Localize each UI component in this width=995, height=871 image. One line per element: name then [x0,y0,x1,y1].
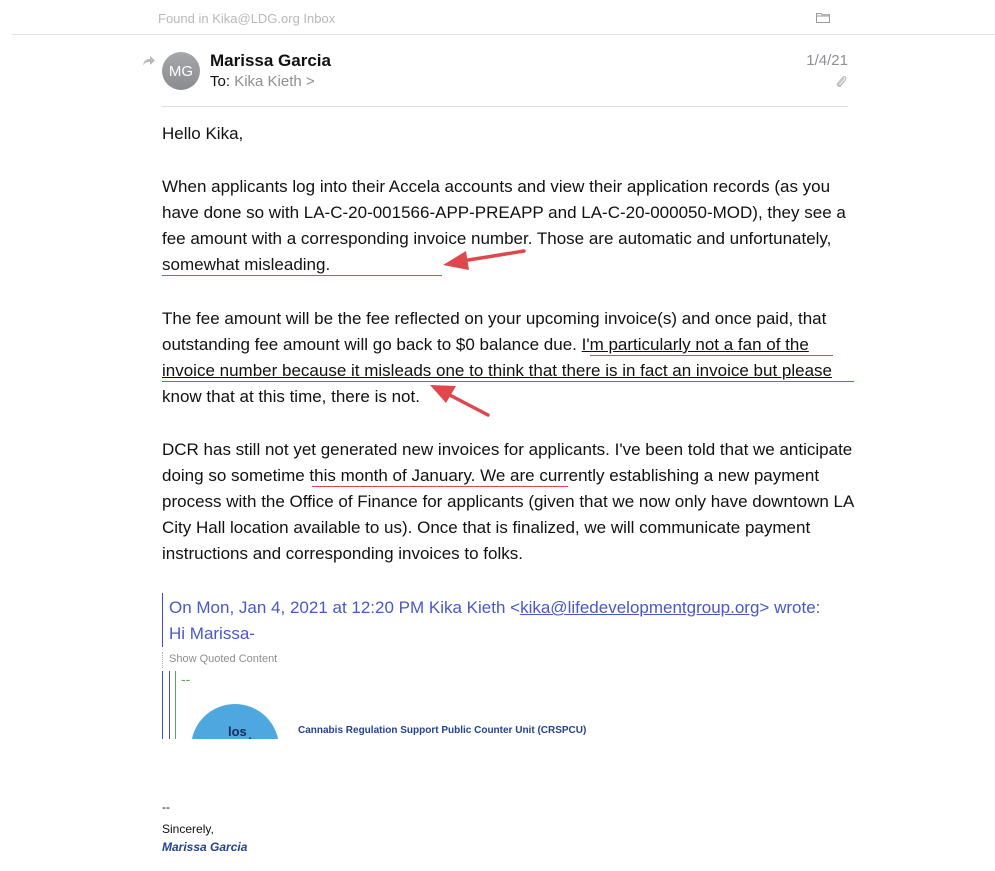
quoted-dash: -- [181,671,191,687]
email-date: 1/4/21 [806,52,848,69]
paragraph-1: When applicants log into their Accela ac… [162,174,862,278]
show-quoted-content-link[interactable]: Show Quoted Content [169,653,277,665]
to-label: To: [210,73,231,90]
found-in-label: Found in Kika@LDG.org Inbox [158,11,336,26]
paperclip-icon [836,76,847,88]
quote-header-suffix: > wrote: [759,598,821,617]
annotation-underline-1 [162,275,442,276]
recipient-name[interactable]: Kika Kieth > [234,73,314,90]
recipient-row: To: Kika Kieth > [210,73,315,90]
signature-name: Marissa Garcia [162,840,248,854]
annotation-underline-2a [590,355,833,356]
paragraph-3: DCR has still not yet generated new invo… [162,437,862,567]
p3-underlined: sometime this month of January. [231,466,476,485]
quote-bar-level-2 [169,671,170,739]
quote-bar [162,593,163,647]
folder-icon[interactable] [816,12,830,23]
signature-dash: -- [162,800,170,814]
quote-bar-level-3 [175,671,176,739]
sender-name[interactable]: Marissa Garcia [210,51,331,71]
quote-greeting: Hi Marissa- [169,624,255,643]
quoted-divider [162,652,163,668]
avatar: MG [162,52,200,90]
la-logo: los angeles [186,695,296,739]
annotation-underline-2b [162,381,854,382]
annotation-underline-3 [312,486,568,487]
la-logo-text-2: angeles [218,735,266,739]
paragraph-2: The fee amount will be the fee reflected… [162,306,862,410]
greeting: Hello Kika, [162,124,244,143]
p2-end: know that at this time, there is not. [162,387,420,406]
signature-closing: Sincerely, [162,822,214,836]
unit-name: Cannabis Regulation Support Public Count… [298,725,587,736]
quote-header-prefix: On Mon, Jan 4, 2021 at 12:20 PM Kika Kie… [169,598,521,617]
quoted-email-link[interactable]: kika@lifedevelopmentgroup.org [520,598,759,617]
reply-arrow-icon [143,56,155,66]
p1-end: . [325,255,331,274]
quote-bar-level-1 [162,671,163,739]
header-divider [162,106,848,107]
quote-header: On Mon, Jan 4, 2021 at 12:20 PM Kika Kie… [169,595,820,621]
